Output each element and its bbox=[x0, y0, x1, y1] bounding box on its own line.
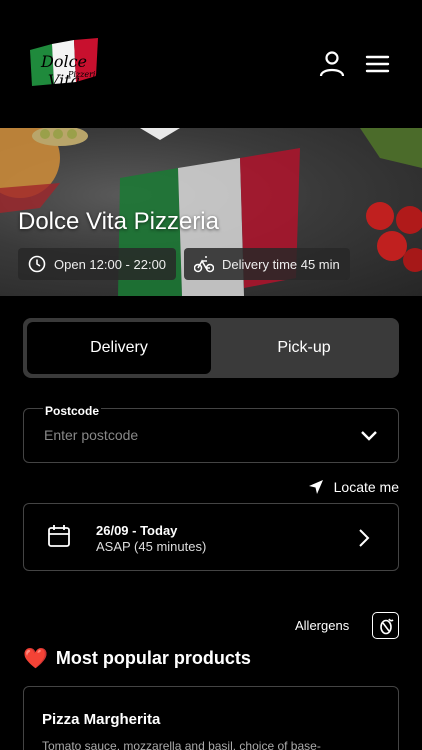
location-arrow-icon bbox=[308, 480, 323, 494]
postcode-label: Postcode bbox=[43, 404, 102, 418]
postcode-input[interactable] bbox=[44, 427, 344, 443]
pickup-tab[interactable]: Pick-up bbox=[213, 322, 395, 374]
allergens-label[interactable]: Allergens bbox=[295, 618, 349, 633]
delivery-time: ASAP (45 minutes) bbox=[96, 539, 207, 554]
hero-banner: Dolce Vita Pizzeria Open 12:00 - 22:00 D… bbox=[0, 128, 422, 296]
popular-products-title: Most popular products bbox=[55, 648, 251, 668]
delivery-time-chip: Delivery time 45 min bbox=[184, 248, 350, 280]
locate-me-link[interactable]: Locate me bbox=[308, 479, 399, 495]
heart-icon: ❤️ bbox=[23, 648, 48, 670]
app-header: Dolce Vita Pizzeria bbox=[0, 0, 422, 128]
opening-hours-chip: Open 12:00 - 22:00 bbox=[18, 248, 177, 280]
order-mode-toggle: Delivery Pick-up bbox=[23, 318, 399, 378]
popular-products-heading: ❤️ Most popular products bbox=[23, 646, 251, 671]
restaurant-name: Dolce Vita Pizzeria bbox=[18, 208, 219, 235]
clock-icon bbox=[28, 255, 46, 273]
locate-me-label: Locate me bbox=[333, 479, 399, 495]
brand-logo[interactable]: Dolce Vita Pizzeria bbox=[28, 38, 101, 90]
menu-icon[interactable] bbox=[364, 50, 392, 78]
calendar-icon bbox=[48, 525, 70, 547]
allergens-filter-button[interactable] bbox=[372, 612, 399, 639]
opening-hours-text: Open 12:00 - 22:00 bbox=[54, 256, 167, 272]
bike-icon bbox=[194, 256, 214, 273]
delivery-date-selector[interactable]: 26/09 - Today ASAP (45 minutes) bbox=[23, 503, 399, 571]
user-icon[interactable] bbox=[318, 50, 346, 78]
logo-subtitle: Pizzeria bbox=[68, 70, 101, 79]
allergen-icon bbox=[379, 618, 394, 634]
chevron-right-icon bbox=[359, 529, 370, 547]
delivery-tab[interactable]: Delivery bbox=[27, 322, 211, 374]
chevron-down-icon[interactable] bbox=[360, 429, 378, 443]
product-name: Pizza Margherita bbox=[42, 711, 161, 728]
product-card[interactable]: Pizza Margherita Tomato sauce, mozzarell… bbox=[23, 686, 399, 750]
delivery-date: 26/09 - Today bbox=[96, 523, 178, 538]
product-description: Tomato sauce, mozzarella and basil, choi… bbox=[42, 739, 321, 750]
delivery-time-text: Delivery time 45 min bbox=[222, 256, 340, 272]
